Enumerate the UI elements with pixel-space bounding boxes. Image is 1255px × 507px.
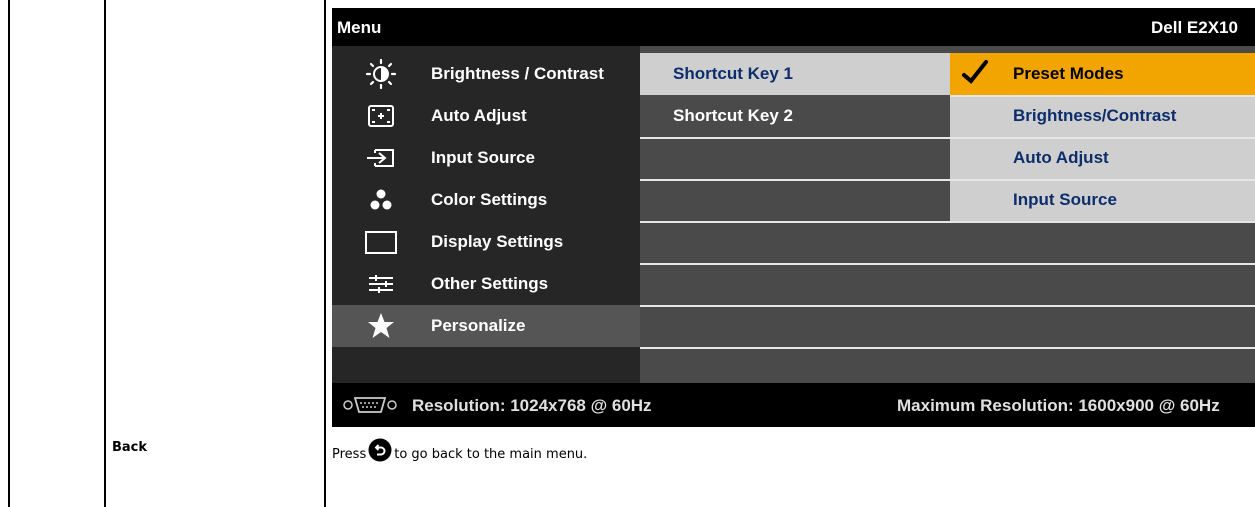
display-settings-icon [364, 227, 398, 257]
submenu: Shortcut Key 1 Shortcut Key 2 [640, 46, 950, 383]
row-divider [640, 347, 950, 349]
option-auto-adjust[interactable]: Auto Adjust [950, 137, 1255, 179]
row-divider [950, 347, 1255, 349]
brightness-icon [364, 59, 398, 89]
checkmark-icon [960, 57, 1000, 94]
back-description: Press to go back to the main menu. [332, 438, 588, 462]
main-menu: Brightness / Contrast Auto Adjust Input … [332, 46, 640, 383]
row-divider [640, 221, 950, 223]
input-source-icon [364, 143, 398, 173]
menu-item-label: Brightness / Contrast [431, 64, 604, 83]
table-border-col1 [104, 0, 106, 507]
row-label-back: Back [112, 440, 148, 455]
back-button-icon [368, 438, 392, 462]
menu-item-display-settings[interactable]: Display Settings [332, 221, 640, 263]
menu-item-other-settings[interactable]: Other Settings [332, 263, 640, 305]
menu-item-label: Color Settings [431, 190, 548, 209]
option-label: Brightness/Contrast [1013, 106, 1177, 125]
row-divider [640, 137, 950, 139]
osd-header: Menu Dell E2X10 [332, 8, 1255, 46]
option-list: Preset Modes Brightness/Contrast Auto Ad… [950, 46, 1255, 383]
submenu-item-label: Shortcut Key 2 [673, 106, 793, 125]
table-border-left [8, 0, 10, 507]
option-input-source[interactable]: Input Source [950, 179, 1255, 221]
submenu-item-label: Shortcut Key 1 [673, 64, 793, 83]
option-label: Preset Modes [1013, 64, 1124, 83]
desc-prefix: Press [332, 447, 367, 462]
menu-item-label: Auto Adjust [431, 106, 527, 125]
color-settings-icon [364, 185, 398, 215]
vga-connector-icon [342, 395, 398, 420]
menu-item-brightness-contrast[interactable]: Brightness / Contrast [332, 53, 640, 95]
osd-footer: Resolution: 1024x768 @ 60Hz Maximum Reso… [332, 383, 1255, 427]
menu-item-label: Other Settings [431, 274, 549, 293]
menu-item-label: Personalize [431, 316, 526, 335]
row-divider [950, 95, 1255, 97]
row-divider [640, 305, 950, 307]
osd-model-name: Dell E2X10 [1151, 18, 1238, 37]
menu-item-personalize[interactable]: Personalize [332, 305, 640, 347]
other-settings-icon [364, 269, 398, 299]
current-resolution: Resolution: 1024x768 @ 60Hz [412, 396, 652, 415]
submenu-item-shortcut-key-2[interactable]: Shortcut Key 2 [640, 95, 950, 137]
option-brightness-contrast[interactable]: Brightness/Contrast [950, 95, 1255, 137]
osd-menu-screenshot: Menu Dell E2X10 Brightness / Contrast Au… [332, 8, 1255, 427]
submenu-item-shortcut-key-1[interactable]: Shortcut Key 1 [640, 53, 950, 95]
row-divider [640, 179, 950, 181]
osd-title: Menu [337, 18, 382, 37]
row-divider [950, 221, 1255, 223]
desc-suffix: to go back to the main menu. [394, 447, 588, 462]
row-divider [950, 179, 1255, 181]
auto-adjust-icon [364, 101, 398, 131]
row-divider [950, 137, 1255, 139]
star-icon [364, 311, 398, 341]
row-divider [640, 263, 950, 265]
menu-item-input-source[interactable]: Input Source [332, 137, 640, 179]
option-label: Auto Adjust [1013, 148, 1109, 167]
menu-item-label: Input Source [431, 148, 535, 167]
maximum-resolution: Maximum Resolution: 1600x900 @ 60Hz [897, 396, 1220, 415]
menu-item-label: Display Settings [431, 232, 564, 251]
table-border-col2 [324, 0, 326, 507]
option-label: Input Source [1013, 190, 1117, 209]
menu-item-auto-adjust[interactable]: Auto Adjust [332, 95, 640, 137]
option-preset-modes[interactable]: Preset Modes [950, 53, 1255, 95]
row-divider [950, 305, 1255, 307]
row-divider [950, 263, 1255, 265]
menu-item-color-settings[interactable]: Color Settings [332, 179, 640, 221]
